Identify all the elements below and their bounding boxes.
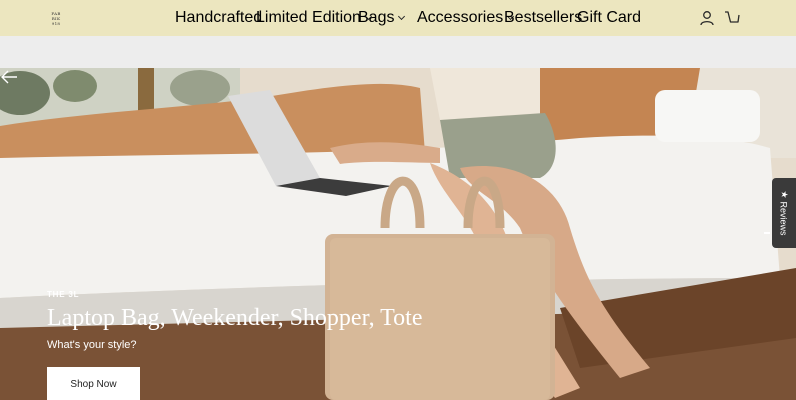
- hero-subheadline: What's your style?: [47, 339, 137, 351]
- nav-item-bestsellers[interactable]: Bestsellers: [504, 0, 582, 36]
- hero-eyebrow: THE 3L: [47, 290, 80, 299]
- hero-headline: Laptop Bag, Weekender, Shopper, Tote: [47, 305, 423, 331]
- nav-label: Accessories: [417, 9, 504, 26]
- site-header: FAB RIK 918 Handcrafted Limited Edition …: [0, 0, 796, 36]
- star-icon: ★: [779, 190, 790, 199]
- nav-item-limited-edition[interactable]: Limited Edition: [256, 0, 372, 36]
- brand-logo[interactable]: FAB RIK 918: [48, 9, 64, 28]
- reviews-tab-content: ★ Reviews: [779, 190, 790, 235]
- logo-line-3: 918: [51, 21, 61, 26]
- announcement-band: [0, 36, 796, 68]
- nav-label: Limited Edition: [256, 9, 361, 26]
- hero-banner: THE 3L Laptop Bag, Weekender, Shopper, T…: [0, 68, 796, 400]
- account-icon[interactable]: [699, 10, 715, 26]
- arrow-right-icon[interactable]: [764, 232, 770, 234]
- cart-icon[interactable]: [724, 10, 740, 26]
- nav-label: Gift Card: [577, 9, 642, 26]
- arrow-left-icon[interactable]: [0, 68, 18, 86]
- nav-item-accessories[interactable]: Accessories: [417, 0, 515, 36]
- nav-label: Bags: [358, 9, 395, 26]
- nav-label: Handcrafted: [175, 9, 263, 26]
- reviews-label: Reviews: [779, 201, 789, 236]
- nav-item-gift-card[interactable]: Gift Card: [577, 0, 641, 36]
- shop-now-button[interactable]: Shop Now: [47, 367, 140, 400]
- nav-item-bags[interactable]: Bags: [358, 0, 406, 36]
- chevron-down-icon: [398, 12, 406, 21]
- nav-item-handcrafted[interactable]: Handcrafted: [175, 0, 262, 36]
- nav-label: Bestsellers: [504, 9, 583, 26]
- reviews-tab[interactable]: ★ Reviews: [772, 178, 796, 248]
- hero-text: THE 3L Laptop Bag, Weekender, Shopper, T…: [47, 290, 422, 351]
